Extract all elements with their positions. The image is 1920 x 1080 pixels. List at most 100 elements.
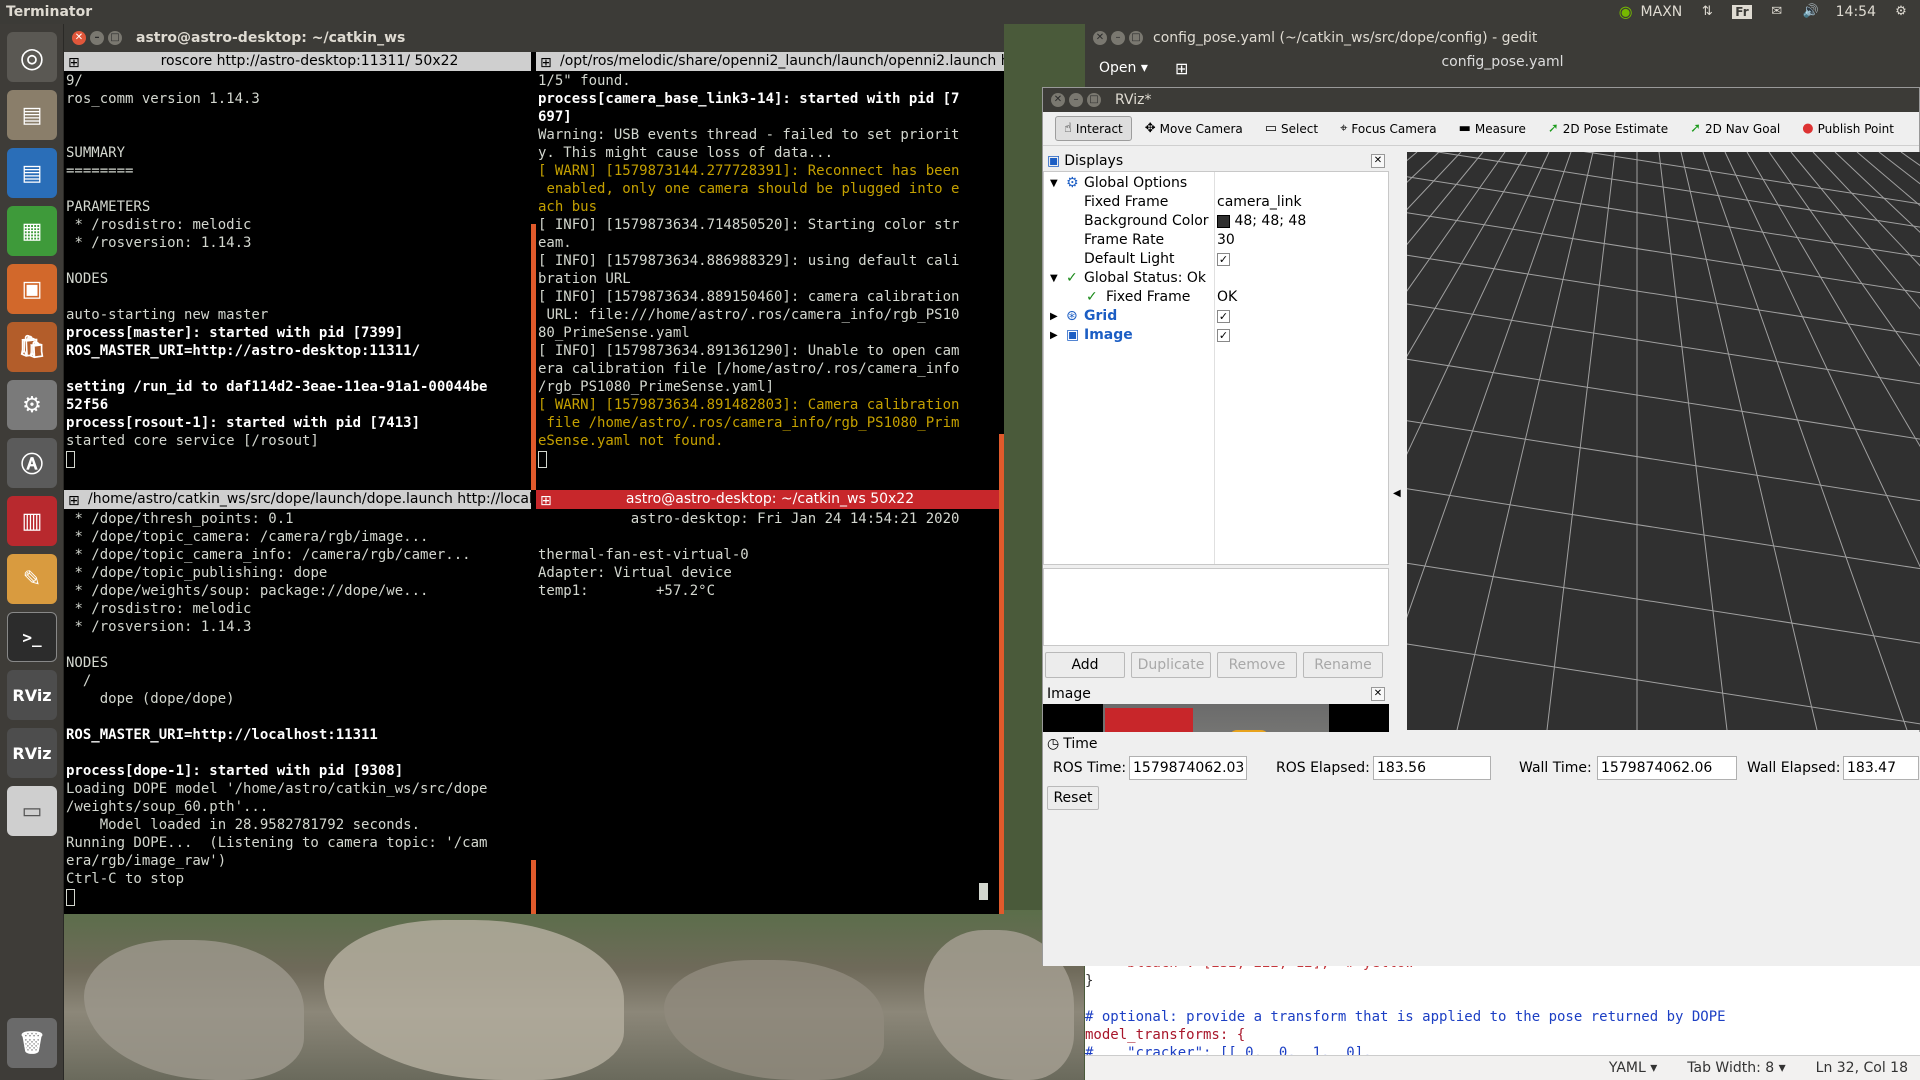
close-icon[interactable]: ✕ xyxy=(72,31,86,45)
tool-select-icon: ▭ xyxy=(1264,121,1278,136)
red-app-icon[interactable]: ▥ xyxy=(7,496,57,546)
scrollbar[interactable] xyxy=(999,434,1004,490)
add-button[interactable]: Add xyxy=(1045,652,1125,678)
reset-button[interactable]: Reset xyxy=(1047,786,1099,810)
default-light-checkbox[interactable]: ✓ xyxy=(1217,252,1230,266)
unity-launcher: ◎ ▤ ▤ ▦ ▣ 🛍 ⚙ Ⓐ ▥ ✎ >_ RViz RViz ▭ 🗑 xyxy=(0,24,64,1080)
terminal-line: [ WARN] [1579873634.891482803]: Camera c… xyxy=(538,397,960,413)
gedit-statusbar: YAML ▾ Tab Width: 8 ▾ Ln 32, Col 18 xyxy=(1085,1055,1920,1080)
chevron-down-icon[interactable]: ▼ xyxy=(1050,174,1058,193)
chevron-right-icon[interactable]: ▶ xyxy=(1050,307,1058,326)
3d-viewport[interactable] xyxy=(1407,152,1920,730)
text-editor-icon[interactable]: ✎ xyxy=(7,554,57,604)
maximize-icon[interactable]: □ xyxy=(108,31,122,45)
background-color-value[interactable]: 48; 48; 48 xyxy=(1217,212,1306,231)
fixed-frame-value[interactable]: camera_link xyxy=(1217,193,1302,212)
cursor-position: Ln 32, Col 18 xyxy=(1815,1060,1908,1076)
terminal-pane-active[interactable]: ⊞ astro@astro-desktop: ~/catkin_ws 50x22 … xyxy=(536,490,1004,914)
tree-row-grid[interactable]: ▶ ⊛ Grid ✓ xyxy=(1044,307,1388,326)
ros-elapsed-field[interactable]: 183.56 xyxy=(1373,756,1491,780)
nvidia-indicator[interactable]: ◉ MAXN xyxy=(1617,4,1683,21)
terminal-line: PARAMETERS xyxy=(66,199,151,215)
chevron-down-icon[interactable]: ▼ xyxy=(1050,269,1058,288)
ros-time-field[interactable]: 1579874062.03 xyxy=(1129,756,1247,780)
tool-interact-button[interactable]: ☝ Interact xyxy=(1055,116,1132,141)
minimize-icon[interactable]: – xyxy=(1111,31,1125,45)
grid-icon[interactable]: ⊞ xyxy=(68,54,80,71)
wall-elapsed-field[interactable]: 183.47 xyxy=(1843,756,1919,780)
tab-width-selector[interactable]: Tab Width: 8 ▾ xyxy=(1687,1060,1785,1076)
tool-focus-camera-button[interactable]: ⌖ Focus Camera xyxy=(1331,116,1446,141)
tree-row-default-light[interactable]: Default Light ✓ xyxy=(1044,250,1388,269)
clock[interactable]: 14:54 xyxy=(1836,4,1876,20)
tree-row-image[interactable]: ▶ ▣ Image ✓ xyxy=(1044,326,1388,345)
image-label: Image xyxy=(1084,327,1133,343)
maximize-icon[interactable]: □ xyxy=(1129,31,1143,45)
grid-icon[interactable]: ⊞ xyxy=(68,492,80,509)
files-icon[interactable]: ▤ xyxy=(7,90,57,140)
calc-icon[interactable]: ▦ xyxy=(7,206,57,256)
checkmark-icon: ✓ xyxy=(1066,270,1078,286)
tool-2d-pose-estimate-button[interactable]: ➚ 2D Pose Estimate xyxy=(1539,116,1677,141)
close-icon[interactable]: ✕ xyxy=(1051,93,1065,107)
grid-checkbox[interactable]: ✓ xyxy=(1217,309,1230,323)
chevron-right-icon[interactable]: ▶ xyxy=(1050,326,1058,345)
terminal-line: [ WARN] [1579873144.277728391]: Reconnec… xyxy=(538,163,960,179)
system-gear-icon[interactable]: ⚙ xyxy=(1892,5,1910,19)
terminal-line: Ctrl-C to stop xyxy=(66,871,185,887)
code-line: } xyxy=(1085,973,1094,989)
minimize-icon[interactable]: – xyxy=(90,31,104,45)
volume-icon[interactable]: 🔊 xyxy=(1802,5,1820,19)
mail-icon[interactable]: ✉ xyxy=(1768,5,1786,19)
language-selector[interactable]: YAML ▾ xyxy=(1609,1060,1657,1076)
tool-2d-nav-goal-button[interactable]: ➚ 2D Nav Goal xyxy=(1681,116,1789,141)
wall-time-field[interactable]: 1579874062.06 xyxy=(1597,756,1737,780)
terminal-line: era/rgb/image_raw') xyxy=(66,853,227,869)
tree-row-global-status[interactable]: ▼ ✓ Global Status: Ok xyxy=(1044,269,1388,288)
grid-icon[interactable]: ⊞ xyxy=(540,492,552,509)
terminal-line: / xyxy=(66,673,92,689)
maximize-icon[interactable]: □ xyxy=(1087,93,1101,107)
terminal-line: * /rosdistro: melodic xyxy=(66,217,252,233)
settings-icon[interactable]: ⚙ xyxy=(7,380,57,430)
tool-move-camera-button[interactable]: ✥ Move Camera xyxy=(1136,116,1252,141)
minimize-icon[interactable]: – xyxy=(1069,93,1083,107)
terminal-icon[interactable]: >_ xyxy=(7,612,57,662)
rviz-icon[interactable]: RViz xyxy=(7,670,57,720)
tree-row-frame-rate[interactable]: Frame Rate 30 xyxy=(1044,231,1388,250)
tool-select-button[interactable]: ▭ Select xyxy=(1256,116,1327,141)
frame-rate-value[interactable]: 30 xyxy=(1217,231,1235,250)
code-line: # optional: provide a transform that is … xyxy=(1085,1009,1726,1025)
trash-icon[interactable]: 🗑 xyxy=(7,1018,57,1068)
grid-icon[interactable]: ⊞ xyxy=(540,54,552,71)
keyboard-layout-indicator[interactable]: Fr xyxy=(1732,5,1752,19)
terminal-pane-openni2[interactable]: ⊞ /opt/ros/melodic/share/openni2_launch/l… xyxy=(536,52,1004,490)
tree-row-fixed-frame[interactable]: Fixed Frame camera_link xyxy=(1044,193,1388,212)
tree-row-background-color[interactable]: Background Color 48; 48; 48 xyxy=(1044,212,1388,231)
software-updater-icon[interactable]: Ⓐ xyxy=(7,438,57,488)
tool-measure-icon: ▬ xyxy=(1458,121,1471,136)
image-checkbox[interactable]: ✓ xyxy=(1217,328,1230,342)
close-icon[interactable]: ✕ xyxy=(1371,154,1385,168)
rviz-icon[interactable]: RViz xyxy=(7,728,57,778)
close-icon[interactable]: ✕ xyxy=(1371,687,1385,701)
displays-title: Displays xyxy=(1064,153,1124,169)
tree-row-status-fixed-frame[interactable]: ✓ Fixed Frame OK xyxy=(1044,288,1388,307)
terminal-pane-roscore[interactable]: ⊞ roscore http://astro-desktop:11311/ 50x… xyxy=(64,52,531,490)
tree-row-global-options[interactable]: ▼ ⚙ Global Options xyxy=(1044,174,1388,193)
ubuntu-dash-icon[interactable]: ◎ xyxy=(7,32,57,82)
clock-icon: ◷ xyxy=(1047,736,1060,752)
scrollbar[interactable] xyxy=(999,490,1004,914)
terminal-pane-dope[interactable]: ⊞ /home/astro/catkin_ws/src/dope/launch/d… xyxy=(64,490,531,914)
software-center-icon[interactable]: 🛍 xyxy=(7,322,57,372)
close-icon[interactable]: ✕ xyxy=(1093,31,1107,45)
tool-measure-button[interactable]: ▬ Measure xyxy=(1450,116,1535,141)
network-transfer-icon[interactable]: ⇅ xyxy=(1698,5,1716,19)
collapse-arrow-icon[interactable]: ◀ xyxy=(1393,488,1401,499)
drive-icon[interactable]: ▭ xyxy=(7,786,57,836)
writer-icon[interactable]: ▤ xyxy=(7,148,57,198)
impress-icon[interactable]: ▣ xyxy=(7,264,57,314)
tool-publish-point-button[interactable]: ● Publish Point xyxy=(1793,116,1903,141)
